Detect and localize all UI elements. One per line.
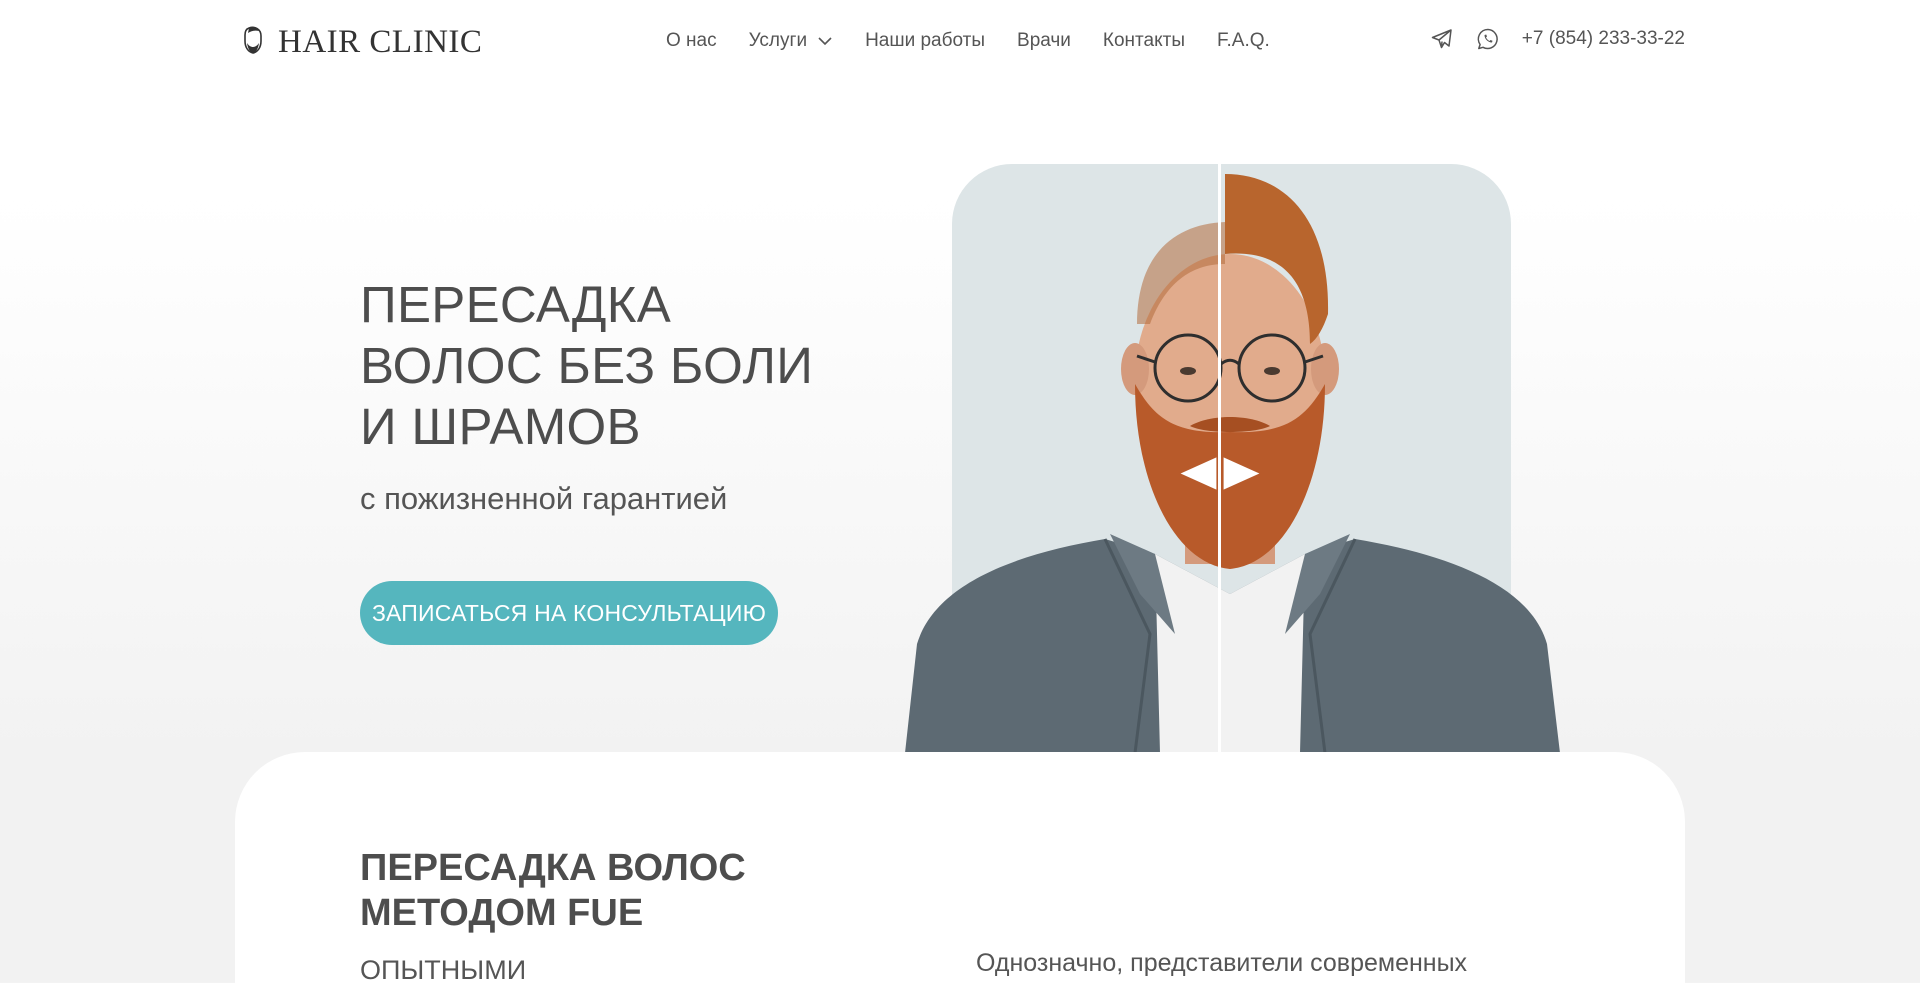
nav-item-label: Наши работы [865,30,986,51]
nav-item-contacts[interactable]: Контакты [1103,30,1185,52]
nav-item-label: Контакты [1102,30,1185,51]
phone-link[interactable]: +7 (854) 233-33-22 [1522,28,1685,50]
nav-item-works[interactable]: Наши работы [865,30,985,52]
before-after-slider[interactable] [905,164,1560,753]
nav-item-label: Услуги [748,30,808,51]
telegram-icon[interactable] [1430,27,1454,51]
logo[interactable]: HAIR CLINIC [240,22,482,62]
hero-title: ПЕРЕСАДКА ВОЛОС БЕЗ БОЛИ И ШРАМОВ [360,276,814,455]
arrow-left-icon [1180,456,1217,490]
fue-section: ПЕРЕСАДКА ВОЛОС МЕТОДОМ FUE ОПЫТНЫМИ Одн… [235,752,1685,983]
nav-item-label: F.A.Q. [1217,30,1270,51]
slider-handle[interactable] [1177,453,1263,493]
logo-text: HAIR CLINIC [278,23,483,60]
hero-subtitle: с пожизненной гарантией [360,481,728,516]
header-contacts: +7 (854) 233-33-22 [1430,27,1685,51]
logo-face-icon [244,26,262,54]
section-text: Однозначно, представители современных [976,949,1468,977]
whatsapp-icon[interactable] [1476,27,1500,51]
arrow-right-icon [1223,456,1260,490]
nav-item-about[interactable]: О нас [666,30,717,52]
main-nav: О нас Услуги Наши работы Врачи Контакты … [666,30,1270,52]
nav-item-faq[interactable]: F.A.Q. [1217,30,1270,52]
chevron-down-icon [818,37,832,46]
nav-item-label: Врачи [1017,30,1071,51]
section-title: ПЕРЕСАДКА ВОЛОС МЕТОДОМ FUE [360,847,746,934]
nav-item-doctors[interactable]: Врачи [1017,30,1071,52]
section-subtitle: ОПЫТНЫМИ [360,955,527,983]
site-header: HAIR CLINIC О нас Услуги Наши работы Вра… [0,0,1920,86]
nav-item-label: О нас [666,30,717,51]
nav-item-services[interactable]: Услуги [749,30,833,52]
consultation-button[interactable]: ЗАПИСАТЬСЯ НА КОНСУЛЬТАЦИЮ [360,581,778,645]
